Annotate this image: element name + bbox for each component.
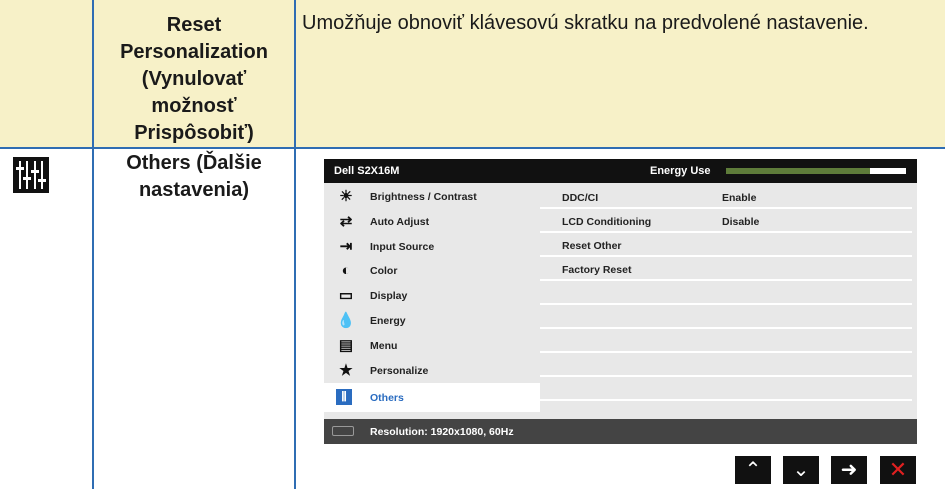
up-arrow-icon[interactable]: ⌃ bbox=[735, 456, 771, 484]
others-icon bbox=[13, 157, 49, 193]
row1-description-cell: Umožňuje obnoviť klávesovú skratku na pr… bbox=[296, 0, 945, 147]
resolution-text: Resolution: 1920x1080, 60Hz bbox=[370, 426, 514, 438]
osd-submenu-label: Reset Other bbox=[562, 240, 622, 252]
menu-icon: ▤ bbox=[338, 336, 354, 354]
osd-submenu-row-empty bbox=[540, 281, 912, 305]
osd-submenu-value: Disable bbox=[722, 216, 760, 228]
energy-use-fill bbox=[726, 168, 870, 174]
energy-use-bar bbox=[726, 168, 906, 174]
display-icon: ▭ bbox=[338, 287, 354, 305]
close-icon[interactable]: ✕ bbox=[880, 456, 916, 484]
row1-setting-cell: Reset Personalization (Vynulovať možnosť… bbox=[94, 0, 294, 147]
osd-submenu-label: DDC/CI bbox=[562, 192, 599, 204]
column-divider bbox=[92, 0, 94, 489]
osd-menu-item-personalize[interactable]: ★ Personalize bbox=[324, 359, 540, 384]
setting-name-others: Others (Ďalšie nastavenia) bbox=[94, 149, 294, 204]
osd-menu-label: Brightness / Contrast bbox=[370, 191, 477, 203]
osd-submenu-row-factory-reset[interactable]: Factory Reset bbox=[540, 257, 912, 281]
column-divider bbox=[294, 0, 296, 489]
osd-menu-item-energy[interactable]: 💧 Energy bbox=[324, 309, 540, 334]
osd-menu-label: Auto Adjust bbox=[370, 215, 430, 228]
auto-adjust-icon: ⇄ bbox=[339, 212, 353, 230]
osd-menu-label: Others bbox=[370, 392, 404, 405]
osd-submenu-row-empty bbox=[540, 353, 912, 377]
osd-header: Dell S2X16M Energy Use bbox=[324, 159, 917, 183]
osd-submenu-label: LCD Conditioning bbox=[562, 216, 652, 228]
row1-icon-cell bbox=[0, 0, 92, 147]
input-source-icon: ⇥ bbox=[339, 237, 353, 255]
osd-menu-label: Input Source bbox=[370, 240, 435, 253]
osd-menu-item-brightness-contrast[interactable]: ☀ Brightness / Contrast bbox=[324, 185, 540, 210]
row-divider bbox=[0, 147, 945, 149]
row2-icon-cell bbox=[0, 149, 92, 489]
setting-line: Prispôsobiť) bbox=[134, 122, 254, 144]
row2-setting-cell: Others (Ďalšie nastavenia) bbox=[94, 149, 294, 489]
star-icon: ★ bbox=[339, 361, 353, 379]
energy-use-label: Energy Use bbox=[650, 165, 711, 177]
osd-menu-label: Personalize bbox=[370, 364, 429, 377]
osd-submenu-value: Enable bbox=[722, 192, 757, 204]
resolution-info: Resolution: 1920x1080, 60Hz bbox=[324, 419, 540, 444]
osd-menu-label: Energy bbox=[370, 315, 406, 327]
others-icon: ⫼ bbox=[336, 389, 352, 406]
osd-menu-label: Menu bbox=[370, 339, 398, 352]
description-text: Umožňuje obnoviť klávesovú skratku na pr… bbox=[302, 12, 869, 34]
osd-menu-item-menu[interactable]: ▤ Menu bbox=[324, 334, 540, 359]
setting-line: (Vynulovať bbox=[141, 68, 247, 90]
setting-line: Personalization bbox=[120, 41, 268, 63]
setting-line: možnosť bbox=[151, 95, 237, 117]
osd-menu: Dell S2X16M Energy Use ☀ Brightness / Co… bbox=[324, 159, 917, 444]
osd-menu-label: Color bbox=[370, 265, 398, 278]
osd-main-menu: ☀ Brightness / Contrast ⇄ Auto Adjust ⇥ … bbox=[324, 183, 540, 419]
osd-menu-item-others[interactable]: ⫼ Others bbox=[324, 383, 540, 413]
osd-submenu-row-ddc-ci[interactable]: DDC/CI Enable bbox=[540, 185, 912, 209]
osd-submenu-row-empty bbox=[540, 329, 912, 353]
osd-menu-label: Display bbox=[370, 290, 408, 303]
setting-name-reset-personalization: Reset Personalization (Vynulovať možnosť… bbox=[94, 0, 294, 147]
color-icon: ◐ bbox=[341, 262, 351, 280]
osd-footer: Resolution: 1920x1080, 60Hz bbox=[324, 419, 917, 444]
osd-menu-item-input-source[interactable]: ⇥ Input Source bbox=[324, 235, 540, 260]
right-arrow-icon[interactable]: ➜ bbox=[831, 456, 867, 484]
energy-icon: 💧 bbox=[336, 312, 356, 329]
osd-submenu-label: Factory Reset bbox=[562, 264, 632, 276]
osd-submenu-row-empty bbox=[540, 377, 912, 401]
monitor-model: Dell S2X16M bbox=[334, 165, 400, 177]
osd-submenu-row-empty bbox=[540, 305, 912, 329]
osd-submenu-row-reset-other[interactable]: Reset Other bbox=[540, 233, 912, 257]
osd-menu-item-auto-adjust[interactable]: ⇄ Auto Adjust bbox=[324, 210, 540, 235]
setting-line: Reset bbox=[166, 14, 222, 36]
brightness-icon: ☀ bbox=[339, 188, 353, 205]
osd-submenu-row-lcd-conditioning[interactable]: LCD Conditioning Disable bbox=[540, 209, 912, 233]
setting-line: Others (Ďalšie bbox=[126, 152, 262, 174]
vga-connector-icon bbox=[332, 426, 354, 436]
osd-menu-item-display[interactable]: ▭ Display bbox=[324, 284, 540, 309]
osd-menu-item-color[interactable]: ◐ Color bbox=[324, 259, 540, 284]
osd-submenu: DDC/CI Enable LCD Conditioning Disable R… bbox=[540, 183, 917, 419]
setting-line: nastavenia) bbox=[138, 179, 250, 201]
down-arrow-icon[interactable]: ⌄ bbox=[783, 456, 819, 484]
